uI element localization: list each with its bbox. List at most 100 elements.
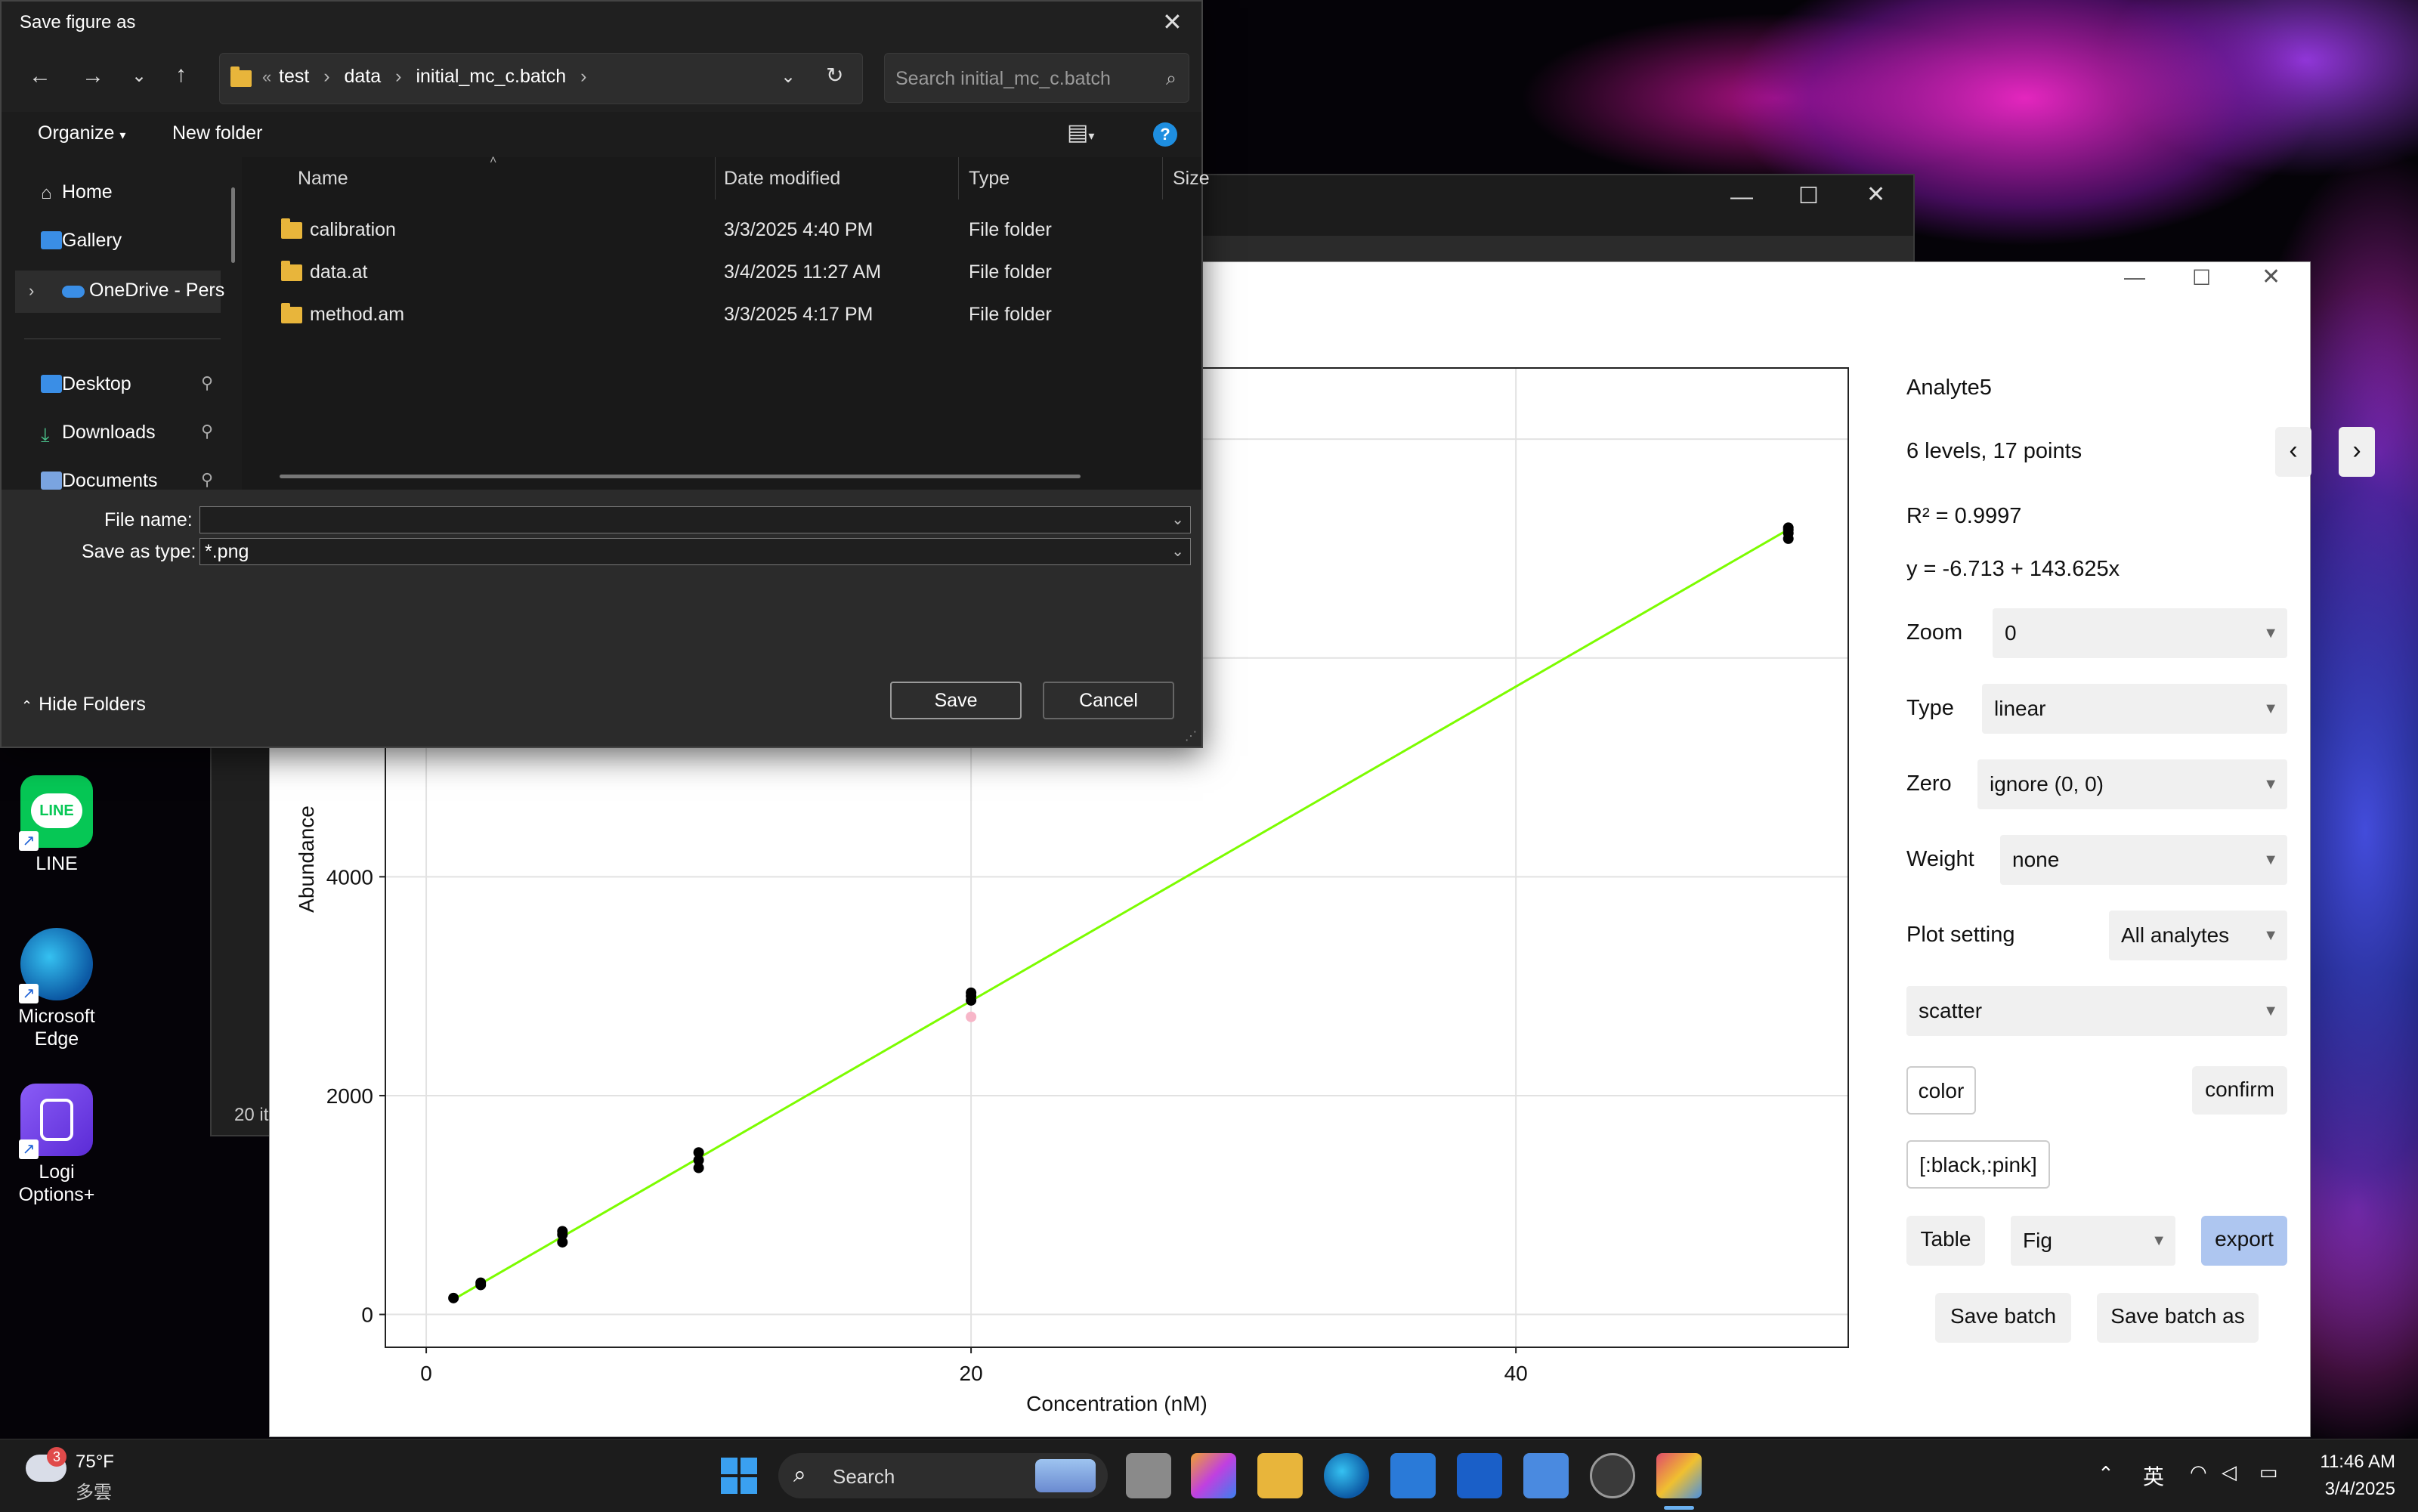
weather-badge: 3	[47, 1447, 66, 1467]
fig-dropdown[interactable]: Fig ▼	[2011, 1216, 2175, 1266]
color-value-field[interactable]: [:black,:pink]	[1906, 1140, 2050, 1189]
zoom-dropdown[interactable]: 0 ▼	[1993, 608, 2287, 658]
next-analyte-button[interactable]: ›	[2339, 427, 2375, 477]
data-point	[693, 1147, 704, 1158]
save-batch-button[interactable]: Save batch	[1935, 1293, 2071, 1343]
table-button[interactable]: Table	[1906, 1216, 1985, 1266]
file-explorer-icon[interactable]	[1257, 1453, 1303, 1498]
windows-start-icon[interactable]	[721, 1458, 757, 1494]
nav-scrollbar[interactable]	[231, 187, 235, 263]
weight-value: none	[2012, 848, 2060, 871]
axis-ticks: 0 20 40 0 2000 4000	[326, 865, 1528, 1385]
plot-setting-dropdown[interactable]: All analytes ▼	[2109, 911, 2287, 960]
weight-dropdown[interactable]: none ▼	[2000, 835, 2287, 885]
column-type[interactable]: Type	[969, 168, 1010, 190]
forward-arrow-icon[interactable]: →	[82, 63, 104, 89]
taskbar-search[interactable]: ⌕ Search	[778, 1453, 1108, 1498]
recent-locations-icon[interactable]: ⌄	[131, 65, 147, 87]
maximize-icon[interactable]: ☐	[2192, 265, 2211, 290]
copilot-icon[interactable]	[1191, 1453, 1236, 1498]
file-row[interactable]: data.at 3/4/2025 11:27 AM File folder	[242, 254, 1201, 292]
zero-dropdown[interactable]: ignore (0, 0) ▼	[1977, 759, 2287, 809]
file-row[interactable]: method.am 3/3/2025 4:17 PM File folder	[242, 296, 1201, 334]
search-input[interactable]: Search initial_mc_c.batch ⌕	[884, 53, 1189, 103]
maximize-icon[interactable]: ☐	[1798, 183, 1819, 209]
organize-menu[interactable]: Organize ▾	[38, 122, 125, 144]
horizontal-scrollbar[interactable]	[280, 475, 1081, 478]
volume-icon[interactable]: ◁	[2222, 1461, 2237, 1484]
back-arrow-icon[interactable]: ←	[29, 63, 51, 89]
notepad-icon[interactable]	[1523, 1453, 1569, 1498]
overflow-icon[interactable]: «	[262, 67, 271, 87]
mail-icon[interactable]	[1457, 1453, 1502, 1498]
nav-item-desktop[interactable]: Desktop ⚲	[41, 373, 213, 395]
nav-item-onedrive[interactable]: › OneDrive - Pers	[15, 271, 224, 313]
search-highlight-icon	[1035, 1459, 1096, 1492]
save-figure-dialog: Save figure as ✕ ← → ⌄ ↑ « test › data ›…	[0, 0, 1210, 748]
help-icon[interactable]: ?	[1153, 122, 1177, 147]
x-axis-label: Concentration (nM)	[1026, 1392, 1207, 1415]
download-icon: ⤓	[41, 423, 50, 446]
close-icon[interactable]: ✕	[2262, 264, 2280, 290]
address-bar[interactable]: « test › data › initial_mc_c.batch › ⌄ ↻	[219, 53, 863, 104]
chevron-down-icon[interactable]: ⌄	[781, 66, 796, 88]
column-name[interactable]: Name	[298, 168, 348, 190]
plot-kind-dropdown[interactable]: scatter ▼	[1906, 986, 2287, 1036]
prev-analyte-button[interactable]: ‹	[2275, 427, 2311, 477]
clock-time[interactable]: 11:46 AM	[2312, 1452, 2395, 1473]
new-folder-button[interactable]: New folder	[172, 122, 263, 144]
nav-item-gallery[interactable]: Gallery	[41, 230, 122, 252]
file-name-input[interactable]: ⌄	[199, 506, 1191, 533]
color-button[interactable]: color	[1906, 1066, 1976, 1115]
desktop-icon-edge[interactable]: ↗ Microsoft Edge	[8, 928, 106, 1050]
data-point	[448, 1292, 459, 1303]
wifi-icon[interactable]: ◠	[2190, 1461, 2207, 1484]
file-list: Name ˄ Date modified Type Size calibrati…	[242, 154, 1210, 490]
column-date[interactable]: Date modified	[724, 168, 840, 190]
refresh-icon[interactable]: ↻	[826, 63, 843, 88]
hide-folders-toggle[interactable]: ⌃ Hide Folders	[21, 694, 146, 716]
type-dropdown[interactable]: linear ▼	[1982, 684, 2287, 734]
close-icon[interactable]: ✕	[1866, 181, 1885, 208]
file-name: data.at	[310, 261, 368, 283]
save-button[interactable]: Save	[890, 682, 1022, 719]
close-icon[interactable]: ✕	[1162, 8, 1183, 36]
breadcrumb-item[interactable]: initial_mc_c.batch	[416, 66, 566, 87]
julia-app-icon[interactable]	[1656, 1453, 1702, 1498]
nav-item-home[interactable]: ⌂ Home	[41, 181, 113, 203]
file-type: File folder	[969, 304, 1052, 325]
breadcrumb-item[interactable]: test	[279, 66, 309, 87]
resize-grip-icon[interactable]: ⋰	[1185, 728, 1197, 744]
view-options-icon[interactable]: ▤▾	[1067, 119, 1094, 146]
cancel-button[interactable]: Cancel	[1043, 682, 1174, 719]
weather-temp[interactable]: 75°F	[76, 1452, 114, 1473]
up-arrow-icon[interactable]: ↑	[175, 62, 187, 88]
dialog-toolbar: Organize ▾ New folder ▤▾ ?	[2, 112, 1201, 157]
dropdown-caret-icon: ▼	[2263, 700, 2278, 717]
minimize-icon[interactable]: —	[1730, 184, 1753, 210]
save-batch-as-button[interactable]: Save batch as	[2097, 1293, 2259, 1343]
vscode-icon[interactable]	[1390, 1453, 1436, 1498]
breadcrumb-item[interactable]: data	[345, 66, 382, 87]
task-view-icon[interactable]	[1126, 1453, 1171, 1498]
ime-indicator[interactable]: 英	[2143, 1461, 2164, 1491]
nav-item-downloads[interactable]: ⤓ Downloads ⚲	[41, 422, 213, 446]
battery-icon[interactable]: ▭	[2259, 1461, 2278, 1484]
file-row[interactable]: calibration 3/3/2025 4:40 PM File folder	[242, 212, 1201, 249]
column-size[interactable]: Size	[1173, 168, 1210, 190]
confirm-button[interactable]: confirm	[2192, 1066, 2287, 1115]
plot-setting-value: All analytes	[2121, 923, 2230, 947]
save-type-select[interactable]: *.png ⌄	[199, 538, 1191, 565]
edge-icon[interactable]	[1324, 1453, 1369, 1498]
settings-icon[interactable]	[1590, 1453, 1635, 1498]
desktop-icon-line[interactable]: LINE ↗ LINE	[8, 775, 106, 875]
desktop-icon-logi[interactable]: ↗ Logi Options+	[8, 1084, 106, 1206]
nav-item-documents[interactable]: Documents ⚲	[41, 470, 213, 492]
search-icon: ⌕	[1165, 68, 1177, 89]
chevron-up-icon[interactable]: ⌃	[2098, 1462, 2114, 1486]
chevron-right-icon: ›	[29, 281, 35, 300]
clock-date[interactable]: 3/4/2025	[2312, 1479, 2395, 1500]
export-button[interactable]: export	[2201, 1216, 2287, 1266]
y-tick-label: 4000	[326, 865, 373, 889]
minimize-icon[interactable]: —	[2124, 265, 2145, 289]
